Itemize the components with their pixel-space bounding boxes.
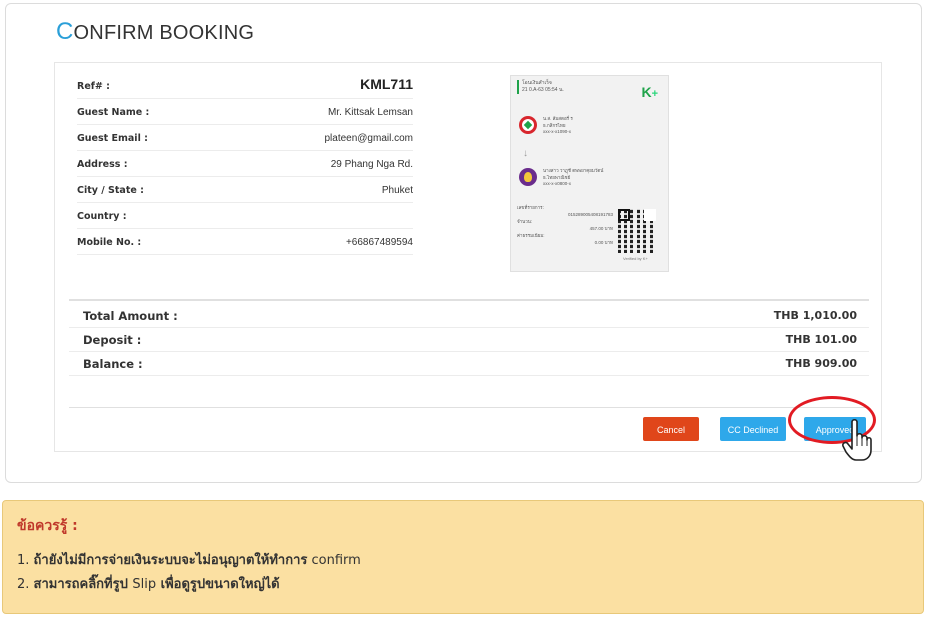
ref-value: KML711 [360, 76, 413, 92]
payment-slip-image[interactable]: โอนเงินสำเร็จ 21 0.A-63 05:54 น. K+ น.ส.… [510, 75, 669, 272]
guest-email-row: Guest Email : plateen@gmail.com [77, 125, 413, 151]
notice-item-2: 2. สามารถคลิ๊กที่รูป Slip เพื่อดูรูปขนาด… [17, 573, 280, 594]
total-label: Total Amount : [83, 309, 178, 323]
slip-header-date: 21 0.A-63 05:54 น. [522, 87, 564, 93]
slip-ref-label: เลขที่รายการ: [517, 205, 544, 210]
notice-item-1-text: ถ้ายังไม่มีการจ่ายเงินระบบจะไม่อนุญาตให้… [33, 553, 308, 568]
notice-item-1-number: 1. [17, 553, 34, 568]
guest-email-label: Guest Email : [77, 133, 148, 144]
kplus-letter: K [641, 84, 652, 100]
divider [69, 299, 869, 301]
guest-name-row: Guest Name : Mr. Kittsak Lemsan [77, 99, 413, 125]
address-label: Address : [77, 159, 128, 170]
kplus-plus: + [651, 88, 658, 100]
slip-receiver-account: xxx-x-x0800-x [543, 181, 572, 186]
guest-name-value: Mr. Kittsak Lemsan [327, 107, 413, 118]
deposit-row: Deposit : THB 101.00 [69, 327, 869, 352]
scb-logo-icon [519, 168, 537, 186]
slip-verified: Verified by K+ [623, 256, 648, 261]
city-state-label: City / State : [77, 185, 144, 196]
address-row: Address : 29 Phang Nga Rd. [77, 151, 413, 177]
total-row: Total Amount : THB 1,010.00 [69, 303, 869, 328]
notice-item-2-text-b: เพื่อดูรูปขนาดใหญ่ได้ [156, 577, 280, 592]
city-state-value: Phuket [381, 185, 413, 196]
slip-header: โอนเงินสำเร็จ 21 0.A-63 05:54 น. [517, 80, 572, 94]
country-row: Country : [77, 203, 413, 229]
hand-pointer-icon [842, 418, 872, 461]
total-value: THB 1,010.00 [773, 309, 857, 322]
slip-sender-name: น.ส. ส้มสตอรี่ ร [543, 116, 573, 121]
page-title-rest: ONFIRM BOOKING [73, 22, 255, 44]
booking-details-card: Ref# : KML711 Guest Name : Mr. Kittsak L… [54, 62, 882, 452]
cc-declined-button[interactable]: CC Declined [720, 417, 786, 441]
notice-item-2-text-a: สามารถคลิ๊กที่รูป [33, 577, 133, 592]
kplus-logo-icon: K+ [641, 84, 658, 100]
ref-row: Ref# : KML711 [77, 73, 413, 99]
qr-code-icon [618, 209, 658, 253]
notice-item-1-word: confirm [307, 553, 361, 568]
balance-value: THB 909.00 [785, 357, 857, 370]
slip-header-title: โอนเงินสำเร็จ [522, 80, 552, 86]
deposit-value: THB 101.00 [785, 333, 857, 346]
confirm-booking-panel: CONFIRM BOOKING Ref# : KML711 Guest Name… [5, 3, 922, 483]
guest-email-value: plateen@gmail.com [324, 133, 413, 144]
page-title: CONFIRM BOOKING [56, 18, 254, 46]
country-label: Country : [77, 211, 127, 222]
mobile-value: +66867489594 [345, 237, 413, 248]
balance-row: Balance : THB 909.00 [69, 351, 869, 376]
deposit-label: Deposit : [83, 333, 142, 347]
slip-receiver: นางสาว วาฎุชี ตพพยาคุยมวัตน์ ธ.ไทยพาณิชย… [543, 168, 603, 188]
notice-item-1: 1. ถ้ายังไม่มีการจ่ายเงินระบบจะไม่อนุญาต… [17, 549, 361, 570]
ref-label: Ref# : [77, 81, 110, 92]
cancel-button[interactable]: Cancel [643, 417, 699, 441]
slip-details: เลขที่รายการ: 015289005408191783 จำนวน: … [517, 204, 613, 246]
guest-name-label: Guest Name : [77, 107, 150, 118]
notice-title: ข้อควรรู้ : [17, 518, 78, 534]
slip-ref-value: 015289005408191783 [567, 212, 613, 217]
notice-item-2-word: Slip [132, 577, 157, 592]
slip-fee-label: ค่าธรรมเนียม: [517, 233, 545, 238]
notice-box: ข้อควรรู้ : 1. ถ้ายังไม่มีการจ่ายเงินระบ… [2, 500, 924, 614]
slip-receiver-name: นางสาว วาฎุชี ตพพยาคุยมวัตน์ [543, 168, 604, 173]
balance-label: Balance : [83, 357, 143, 371]
notice-item-2-number: 2. [17, 577, 34, 592]
kbank-logo-icon [519, 116, 537, 134]
slip-sender: น.ส. ส้มสตอรี่ ร ธ.กสิกรไทย xxx-x-x1090-… [543, 116, 573, 136]
city-state-row: City / State : Phuket [77, 177, 413, 203]
address-value: 29 Phang Nga Rd. [330, 159, 413, 170]
slip-amount-label: จำนวน: [517, 219, 533, 224]
mobile-row: Mobile No. : +66867489594 [77, 229, 413, 255]
page-title-initial: C [56, 18, 74, 45]
slip-fee-value: 0.00 บาท [594, 240, 613, 245]
slip-amount-value: 457.00 บาท [589, 226, 613, 231]
divider [69, 407, 869, 408]
mobile-label: Mobile No. : [77, 237, 142, 248]
arrow-down-icon: ↓ [523, 148, 528, 159]
slip-sender-account: xxx-x-x1090-x [543, 129, 572, 134]
